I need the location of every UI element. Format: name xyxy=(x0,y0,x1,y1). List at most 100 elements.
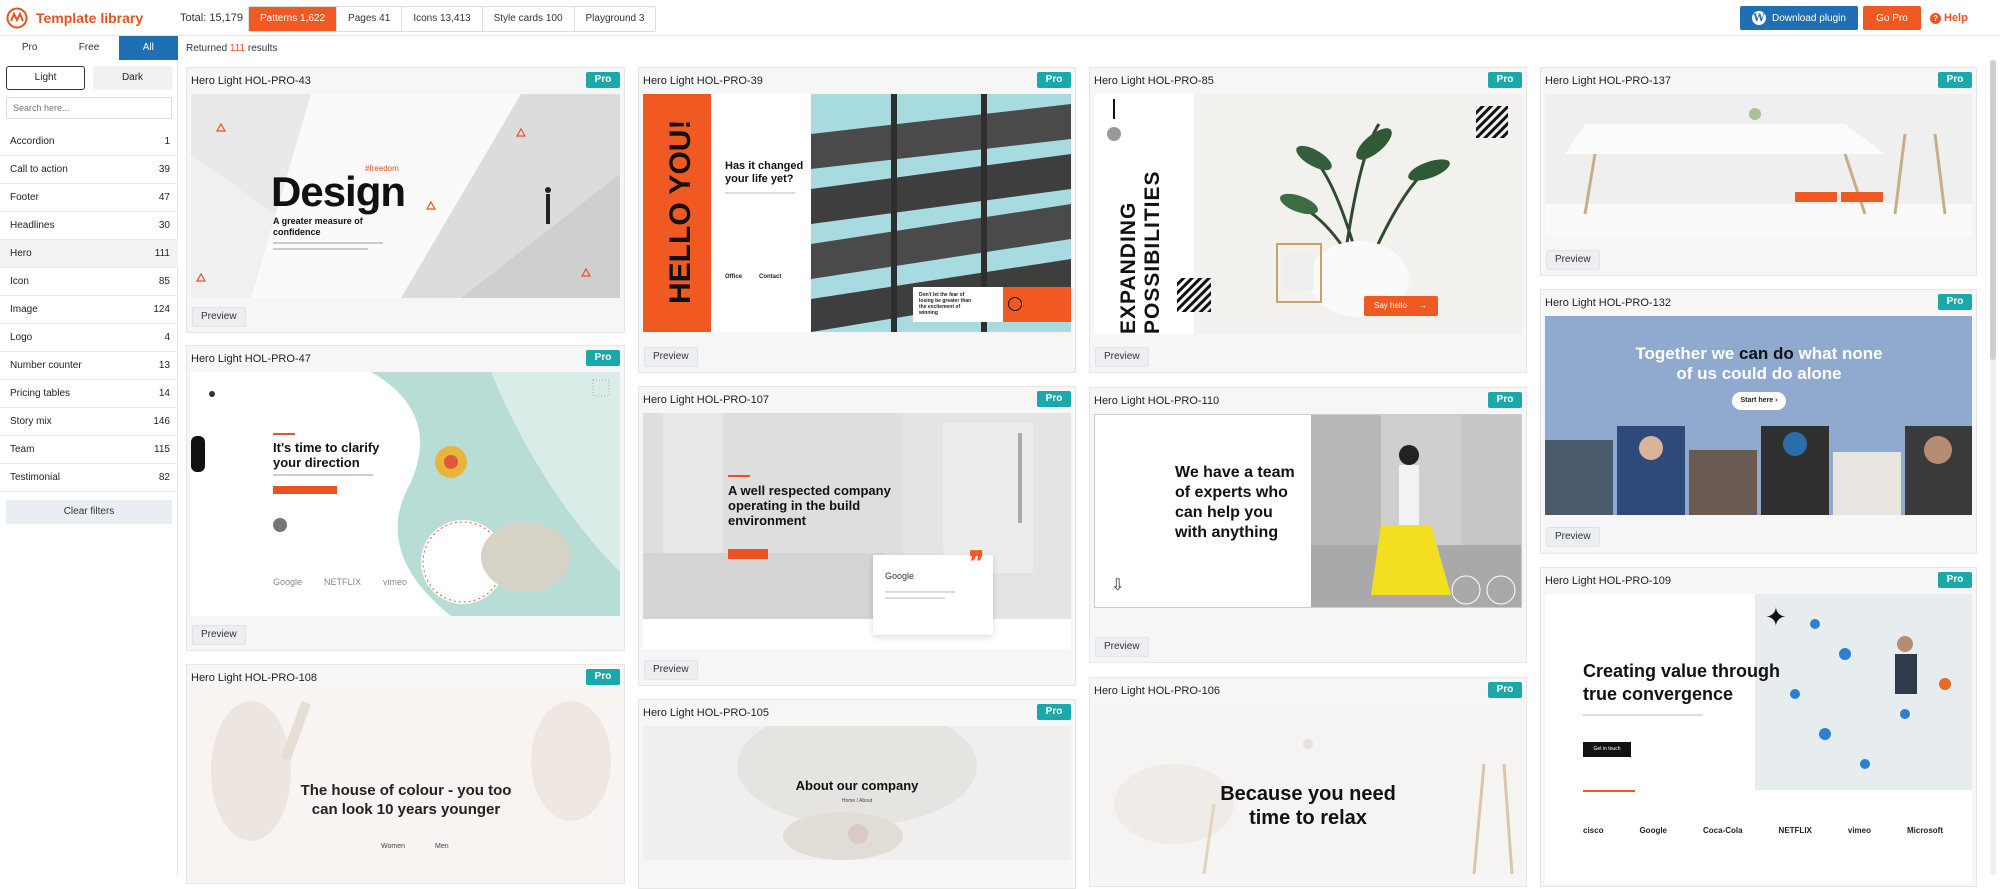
pro-badge: Pro xyxy=(1488,682,1522,698)
hero-headline: Because you need time to relax xyxy=(1220,783,1396,829)
tab-playground[interactable]: Playground 3 xyxy=(574,7,656,31)
category-footer[interactable]: Footer 47 xyxy=(0,184,178,212)
template-card[interactable]: Hero Light HOL-PRO-137 Pro Preview xyxy=(1540,67,1977,276)
template-card[interactable]: Hero Light HOL-PRO-109 Pro ✦ Creating va… xyxy=(1540,567,1977,887)
preview-button[interactable]: Preview xyxy=(192,625,246,645)
hero-headline: It's time to clarify your direction xyxy=(273,440,380,470)
hero-headline: The house of colour - you too can look 1… xyxy=(300,782,512,818)
logo-icon xyxy=(6,7,28,29)
template-card[interactable]: Hero Light HOL-PRO-43 Pro #freedom Desig… xyxy=(186,67,625,333)
hero-headline: A well respected company operating in th… xyxy=(728,483,891,528)
template-card[interactable]: Hero Light HOL-PRO-110 Pro We have a tea… xyxy=(1089,387,1527,663)
tab-style-cards[interactable]: Style cards 100 xyxy=(482,7,575,31)
pro-badge: Pro xyxy=(1037,72,1071,88)
category-logo[interactable]: Logo 4 xyxy=(0,324,178,352)
template-thumbnail[interactable]: Together we can do what none of us could… xyxy=(1545,316,1972,515)
filter-free[interactable]: Free xyxy=(59,36,118,60)
cta-banner: Don't let the fear of losing be greater … xyxy=(913,287,1071,322)
clear-filters-button[interactable]: Clear filters xyxy=(6,500,172,524)
template-card[interactable]: Hero Light HOL-PRO-106 Pro Because you n… xyxy=(1089,677,1527,887)
template-thumbnail[interactable]: HELLO YOU! Has it changed your life yet?… xyxy=(643,94,1071,332)
template-thumbnail[interactable]: We have a team of experts who can help y… xyxy=(1094,414,1522,608)
template-thumbnail[interactable]: About our company Home / About xyxy=(643,726,1071,860)
pro-badge: Pro xyxy=(1037,704,1071,720)
template-thumbnail[interactable]: The house of colour - you too can look 1… xyxy=(191,691,620,881)
category-story-mix[interactable]: Story mix 146 xyxy=(0,408,178,436)
hero-headline: Has it changed your life yet? xyxy=(725,160,804,185)
card-title: Hero Light HOL-PRO-43 xyxy=(191,75,311,87)
category-accordion[interactable]: Accordion 1 xyxy=(0,128,178,156)
preview-button[interactable]: Preview xyxy=(192,307,246,327)
template-card[interactable]: Hero Light HOL-PRO-132 Pro Together we c… xyxy=(1540,289,1977,554)
play-icon xyxy=(1008,297,1022,311)
category-pricing-tables[interactable]: Pricing tables 14 xyxy=(0,380,178,408)
preview-button[interactable]: Preview xyxy=(1546,527,1600,547)
category-hero[interactable]: Hero 111 xyxy=(0,240,178,268)
category-image[interactable]: Image 124 xyxy=(0,296,178,324)
category-headlines[interactable]: Headlines 30 xyxy=(0,212,178,240)
template-thumbnail[interactable]: ✦ Creating value through true convergenc… xyxy=(1545,594,1972,884)
results-prefix: Returned xyxy=(186,43,228,54)
scroll-down-icon: ⇩ xyxy=(1111,577,1125,594)
category-number-counter[interactable]: Number counter 13 xyxy=(0,352,178,380)
category-icon[interactable]: Icon 85 xyxy=(0,268,178,296)
preview-button[interactable]: Preview xyxy=(1095,347,1149,367)
template-card[interactable]: Hero Light HOL-PRO-85 Pro EXPANDING POSS… xyxy=(1089,67,1527,373)
preview-button[interactable]: Preview xyxy=(644,660,698,680)
filter-all[interactable]: All xyxy=(118,36,178,60)
wordpress-icon: W xyxy=(1752,11,1767,25)
template-thumbnail[interactable]: #freedom Design A greater measure of con… xyxy=(191,94,620,298)
category-label: Icon xyxy=(10,276,29,287)
scrollbar-thumb[interactable] xyxy=(1990,60,1996,360)
category-label: Team xyxy=(10,444,35,455)
preview-button[interactable]: Preview xyxy=(1095,637,1149,657)
category-call-to-action[interactable]: Call to action 39 xyxy=(0,156,178,184)
template-card[interactable]: Hero Light HOL-PRO-107 Pro A well respec… xyxy=(638,386,1076,686)
category-label: Image xyxy=(10,304,38,315)
client-logos: Google NETFLIX vimeo xyxy=(273,577,407,587)
tab-icons[interactable]: Icons 13,413 xyxy=(402,7,483,31)
app-logo[interactable]: Template library xyxy=(6,7,143,29)
logo-google: Google xyxy=(1639,826,1668,835)
link-men: Men xyxy=(435,843,449,850)
mode-light-button[interactable]: Light xyxy=(6,66,85,90)
go-pro-button[interactable]: Go Pro xyxy=(1863,6,1921,30)
preview-button[interactable]: Preview xyxy=(1546,250,1600,270)
template-thumbnail[interactable]: Because you need time to relax xyxy=(1094,704,1522,874)
template-card[interactable]: Hero Light HOL-PRO-47 Pro It's time to c… xyxy=(186,345,625,651)
download-plugin-button[interactable]: W Download plugin xyxy=(1740,6,1858,30)
tab-pages[interactable]: Pages 41 xyxy=(337,7,403,31)
cta-button xyxy=(1795,192,1837,202)
color-mode-toggle: Light Dark xyxy=(6,66,172,90)
card-title: Hero Light HOL-PRO-105 xyxy=(643,707,769,719)
scrollbar-track[interactable] xyxy=(1990,60,1996,875)
category-label: Hero xyxy=(10,248,32,259)
team-photos xyxy=(1545,426,1972,515)
accent-line xyxy=(273,433,295,435)
category-testimonial[interactable]: Testimonial 82 xyxy=(0,464,178,492)
logo-netflix: NETFLIX xyxy=(1778,826,1812,835)
text-placeholder xyxy=(885,597,945,599)
app-title: Template library xyxy=(36,10,144,26)
tab-patterns[interactable]: Patterns 1,622 xyxy=(249,7,338,31)
cta-button-secondary xyxy=(1841,192,1883,202)
template-card[interactable]: Hero Light HOL-PRO-105 Pro About our com… xyxy=(638,699,1076,889)
template-thumbnail[interactable]: It's time to clarify your direction Goog… xyxy=(191,372,620,616)
search-input[interactable] xyxy=(6,97,172,119)
template-thumbnail[interactable]: A well respected company operating in th… xyxy=(643,413,1071,649)
preview-button[interactable]: Preview xyxy=(644,347,698,367)
category-label: Story mix xyxy=(10,416,52,427)
template-card[interactable]: Hero Light HOL-PRO-39 Pro HELLO YOU! Has… xyxy=(638,67,1076,373)
filter-pro[interactable]: Pro xyxy=(0,36,59,60)
vertical-headline: HELLO YOU! xyxy=(664,119,697,304)
category-team[interactable]: Team 115 xyxy=(0,436,178,464)
template-card[interactable]: Hero Light HOL-PRO-108 Pro The house of … xyxy=(186,664,625,884)
template-thumbnail[interactable] xyxy=(1545,94,1972,237)
help-link[interactable]: ? Help xyxy=(1930,12,1968,24)
template-thumbnail[interactable]: EXPANDING POSSIBILITIES Say hello → xyxy=(1094,94,1522,334)
mode-dark-button[interactable]: Dark xyxy=(93,66,172,90)
cta-label: Say hello xyxy=(1374,301,1407,310)
accent-line xyxy=(1583,790,1635,792)
category-count: 1 xyxy=(164,136,170,147)
logo-microsoft: Microsoft xyxy=(1906,826,1943,835)
